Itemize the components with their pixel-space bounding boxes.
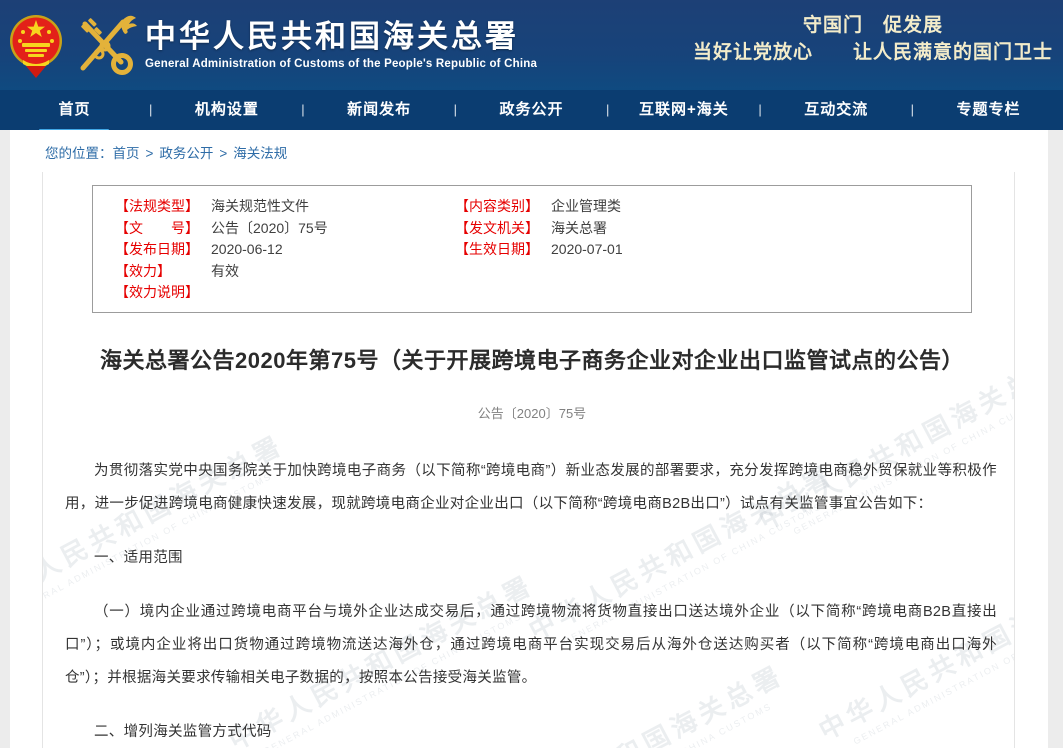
meta-label: 【文 号】 <box>115 218 211 240</box>
meta-value <box>551 282 971 304</box>
left-page-gutter <box>0 130 10 748</box>
nav-item-org[interactable]: 机构设置 <box>152 90 301 130</box>
meta-label: 【效力】 <box>115 261 211 283</box>
meta-label: 【生效日期】 <box>455 239 551 261</box>
breadcrumb-link-customs-law[interactable]: 海关法规 <box>233 146 287 161</box>
nav-item-home[interactable]: 首页 <box>0 90 149 130</box>
meta-row: 【效力】 有效 <box>115 261 971 283</box>
nav-item-interaction[interactable]: 互动交流 <box>762 90 911 130</box>
article-body: 为贯彻落实党中央国务院关于加快跨境电子商务（以下简称“跨境电商”）新业态发展的部… <box>65 455 999 748</box>
meta-value <box>211 282 455 304</box>
nav-item-special-topics[interactable]: 专题专栏 <box>914 90 1063 130</box>
meta-label: 【效力说明】 <box>115 282 211 304</box>
breadcrumb-link-home[interactable]: 首页 <box>113 146 140 161</box>
scrollbar-gutter[interactable] <box>1048 130 1063 748</box>
meta-value: 企业管理类 <box>551 196 971 218</box>
site-title: 中华人民共和国海关总署 <box>145 20 537 54</box>
meta-value: 海关总署 <box>551 218 971 240</box>
header-slogans: 守国门 促发展 当好让党放心 让人民满意的国门卫士 <box>693 12 1053 66</box>
meta-row: 【发布日期】 2020-06-12 【生效日期】 2020-07-01 <box>115 239 971 261</box>
article-title: 海关总署公告2020年第75号（关于开展跨境电子商务企业对企业出口监管试点的公告… <box>85 340 979 382</box>
meta-label: 【发文机关】 <box>455 218 551 240</box>
article-paragraph: （一）境内企业通过跨境电商平台与境外企业达成交易后，通过跨境物流将货物直接出口送… <box>65 596 997 695</box>
article-container: 中华人民共和国海关总署 GENERAL ADMINISTRATION OF CH… <box>42 172 1015 748</box>
article-section-heading: 二、增列海关监管方式代码 <box>65 716 997 748</box>
breadcrumb-separator: > <box>219 146 227 161</box>
page-content: 您的位置：首页 > 政务公开 > 海关法规 中华人民共和国海关总署 GENERAL AD… <box>10 130 1048 748</box>
meta-row: 【法规类型】 海关规范性文件 【内容类别】 企业管理类 <box>115 196 971 218</box>
article-paragraph: 为贯彻落实党中央国务院关于加快跨境电子商务（以下简称“跨境电商”）新业态发展的部… <box>65 455 997 521</box>
nav-item-internet-customs[interactable]: 互联网+海关 <box>609 90 758 130</box>
main-nav: 首页 | 机构设置 | 新闻发布 | 政务公开 | 互联网+海关 | 互动交流 … <box>0 90 1063 130</box>
breadcrumb: 您的位置：首页 > 政务公开 > 海关法规 <box>10 130 1048 172</box>
meta-value: 海关规范性文件 <box>211 196 455 218</box>
customs-logo-icon <box>71 10 137 80</box>
breadcrumb-separator: > <box>146 146 154 161</box>
slogan-line-1: 守国门 促发展 <box>693 12 1053 39</box>
breadcrumb-prefix: 您的位置： <box>45 146 113 161</box>
national-emblem-icon <box>9 10 63 80</box>
meta-value: 有效 <box>211 261 455 283</box>
meta-value: 公告〔2020〕75号 <box>211 218 455 240</box>
site-header: 中华人民共和国海关总署 General Administration of Cu… <box>0 0 1063 90</box>
meta-label: 【法规类型】 <box>115 196 211 218</box>
site-subtitle-en: General Administration of Customs of the… <box>145 58 537 70</box>
meta-box: 【法规类型】 海关规范性文件 【内容类别】 企业管理类 【文 号】 公告〔202… <box>92 185 972 313</box>
nav-item-gov-affairs[interactable]: 政务公开 <box>457 90 606 130</box>
meta-label: 【内容类别】 <box>455 196 551 218</box>
meta-row: 【文 号】 公告〔2020〕75号 【发文机关】 海关总署 <box>115 218 971 240</box>
article-section-heading: 一、适用范围 <box>65 542 997 575</box>
meta-label <box>455 282 551 304</box>
meta-row: 【效力说明】 <box>115 282 971 304</box>
meta-label <box>455 261 551 283</box>
nav-item-news[interactable]: 新闻发布 <box>305 90 454 130</box>
meta-value <box>551 261 971 283</box>
document-number: 公告〔2020〕75号 <box>65 403 999 422</box>
slogan-line-2: 当好让党放心 让人民满意的国门卫士 <box>693 39 1053 66</box>
meta-value: 2020-07-01 <box>551 239 971 261</box>
meta-value: 2020-06-12 <box>211 239 455 261</box>
meta-label: 【发布日期】 <box>115 239 211 261</box>
breadcrumb-link-gov-affairs[interactable]: 政务公开 <box>159 146 213 161</box>
